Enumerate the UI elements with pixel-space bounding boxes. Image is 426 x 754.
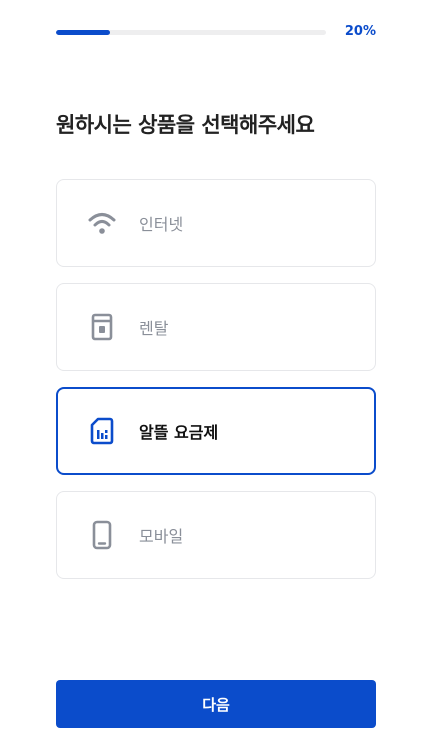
option-budget-plan[interactable]: 알뜰 요금제	[56, 387, 376, 475]
option-rental[interactable]: 렌탈	[56, 283, 376, 371]
option-label: 인터넷	[139, 215, 184, 234]
option-mobile[interactable]: 모바일	[56, 491, 376, 579]
water-purifier-icon	[87, 312, 117, 342]
progress-bar-fill	[56, 30, 110, 35]
progress-bar	[56, 30, 326, 35]
next-button[interactable]: 다음	[56, 680, 376, 728]
option-label: 모바일	[139, 527, 184, 546]
product-selection-screen: 20% 원하시는 상품을 선택해주세요 인터넷 렌탈 알뜰 요금제 모바일 다음	[0, 0, 426, 754]
wifi-icon	[87, 208, 117, 238]
option-label: 렌탈	[139, 319, 169, 338]
sim-card-icon	[87, 416, 117, 446]
option-label: 알뜰 요금제	[139, 423, 219, 442]
option-internet[interactable]: 인터넷	[56, 179, 376, 267]
page-title: 원하시는 상품을 선택해주세요	[56, 113, 315, 137]
progress-percent: 20%	[344, 24, 376, 39]
smartphone-icon	[87, 520, 117, 550]
